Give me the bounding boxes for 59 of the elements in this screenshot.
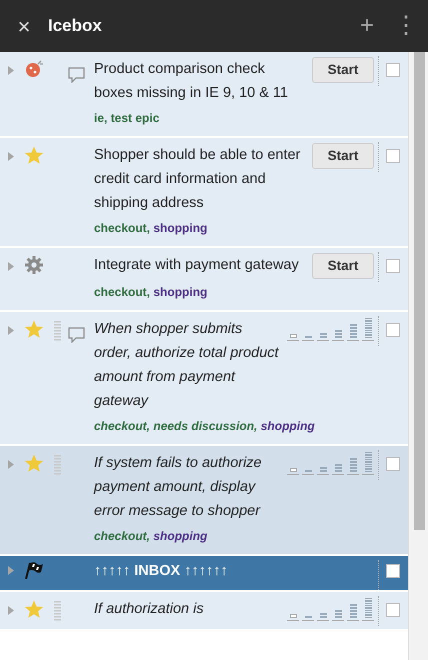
story-title: ↑↑↑↑↑ INBOX ↑↑↑↑↑↑ bbox=[94, 562, 229, 581]
story-title: Integrate with payment gateway bbox=[94, 256, 300, 275]
checkbox[interactable] bbox=[386, 323, 400, 337]
story-title: Shopper should be able to enter credit card information and shipping address bbox=[94, 146, 302, 213]
story-title: When shopper submits order, authorize total product amount from payment gateway bbox=[94, 320, 280, 411]
flag-icon bbox=[24, 561, 44, 579]
expand-arrow-icon[interactable] bbox=[8, 460, 14, 469]
story-label[interactable]: checkout, bbox=[94, 419, 150, 433]
expand-arrow-icon[interactable] bbox=[8, 326, 14, 335]
checkbox[interactable] bbox=[386, 149, 400, 163]
checkbox[interactable] bbox=[386, 259, 400, 273]
story-title: Product comparison check boxes missing in IE 9, 10 & 11 bbox=[94, 60, 289, 103]
story-label[interactable]: shopping bbox=[153, 221, 208, 235]
points-scale-icon bbox=[54, 321, 60, 341]
estimate-option[interactable] bbox=[362, 451, 374, 475]
story-label[interactable]: shopping bbox=[153, 529, 208, 543]
estimate-option[interactable] bbox=[362, 597, 374, 621]
story-label[interactable]: needs discussion, bbox=[153, 419, 258, 433]
panel-title: Icebox bbox=[48, 15, 103, 38]
story-label[interactable]: checkout, bbox=[94, 221, 150, 235]
checkbox[interactable] bbox=[386, 63, 400, 77]
checkbox[interactable] bbox=[386, 457, 400, 471]
story-row[interactable]: Integrate with payment gateway Start checkout, shopping bbox=[0, 248, 408, 312]
close-button[interactable]: × bbox=[0, 10, 48, 42]
star-icon bbox=[24, 146, 44, 165]
estimate-option[interactable] bbox=[362, 317, 374, 341]
menu-button[interactable]: ⋮ bbox=[384, 14, 428, 38]
story-row[interactable]: If authorization is bbox=[0, 592, 408, 631]
gear-icon bbox=[25, 256, 43, 274]
story-label[interactable]: shopping bbox=[153, 285, 208, 299]
story-row[interactable]: When shopper submits order, authorize total product amount from payment gateway checkout, needs discussion, shopping bbox=[0, 312, 408, 446]
star-icon bbox=[24, 320, 44, 339]
story-row[interactable]: If system fails to authorize payment amount, display error message to shopper checkout, shopping bbox=[0, 446, 408, 556]
story-label[interactable]: checkout, bbox=[94, 285, 150, 299]
points-scale-icon bbox=[54, 601, 60, 621]
start-button[interactable]: Start bbox=[312, 143, 374, 169]
bug-icon bbox=[24, 60, 44, 78]
expand-arrow-icon[interactable] bbox=[8, 262, 14, 271]
story-label[interactable]: checkout, bbox=[94, 529, 150, 543]
release-marker-row[interactable]: ↑↑↑↑↑ INBOX ↑↑↑↑↑↑ bbox=[0, 556, 408, 592]
story-label[interactable]: shopping bbox=[260, 419, 315, 433]
star-icon bbox=[24, 600, 44, 619]
story-row[interactable]: Product comparison check boxes missing in IE 9, 10 & 11 Start ie, test epic bbox=[0, 52, 408, 138]
expand-arrow-icon[interactable] bbox=[8, 152, 14, 161]
story-label[interactable]: test epic bbox=[110, 111, 160, 125]
star-icon bbox=[24, 454, 44, 473]
story-title: If authorization is bbox=[94, 600, 205, 619]
story-title: If system fails to authorize payment amount, display error message to shopper bbox=[94, 454, 263, 521]
add-button[interactable]: + bbox=[350, 14, 384, 38]
points-scale-icon bbox=[54, 455, 60, 475]
story-label[interactable]: ie, bbox=[94, 111, 108, 125]
scrollbar-thumb[interactable] bbox=[414, 52, 425, 530]
start-button[interactable]: Start bbox=[312, 253, 374, 279]
checkbox[interactable] bbox=[386, 603, 400, 617]
start-button[interactable]: Start bbox=[312, 57, 374, 83]
expand-arrow-icon[interactable] bbox=[8, 606, 14, 615]
expand-arrow-icon[interactable] bbox=[8, 66, 14, 75]
checkbox[interactable] bbox=[386, 564, 400, 578]
expand-arrow-icon[interactable] bbox=[8, 566, 14, 575]
